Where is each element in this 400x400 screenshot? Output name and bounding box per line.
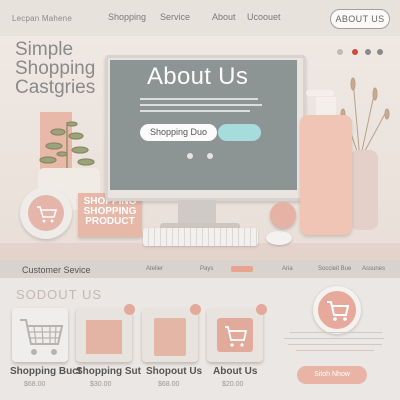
card-badge	[124, 304, 135, 315]
product-card[interactable]	[142, 308, 198, 362]
strip-highlight	[231, 266, 253, 272]
strip-item[interactable]: Pays	[200, 266, 213, 272]
card-price: $68.00	[158, 381, 180, 388]
card-title[interactable]: About Us	[213, 366, 257, 377]
screen-text-line	[140, 98, 258, 100]
card-title[interactable]: Shopping Sut	[76, 366, 141, 377]
strip-item[interactable]: Soccieit Bue	[318, 266, 351, 272]
mouse	[266, 231, 292, 245]
text-line	[288, 344, 382, 345]
hero-icon-row	[335, 44, 385, 62]
product-card[interactable]	[207, 308, 263, 362]
section-title: SODOUT US	[16, 287, 103, 302]
monitor-stand	[178, 200, 216, 224]
nav-link-account[interactable]: Ucoouet	[247, 12, 281, 22]
about-us-button[interactable]: ABOUT US	[330, 9, 390, 29]
strip-item[interactable]: Atelier	[146, 266, 163, 272]
strip-label[interactable]: Customer Sevice	[22, 265, 91, 275]
social-icons	[337, 49, 383, 55]
cart-icon	[225, 326, 248, 347]
strip-item[interactable]: Aria	[282, 266, 293, 272]
cart-icon	[327, 301, 350, 321]
cart-button[interactable]	[313, 286, 361, 334]
cart-icon	[28, 195, 64, 231]
card-badge	[256, 304, 267, 315]
card-price: $20.00	[222, 381, 244, 388]
tagline-line-1: Simple	[15, 39, 74, 60]
screen-text-line	[140, 104, 262, 106]
card-badge	[190, 304, 201, 315]
vase	[350, 150, 378, 230]
shop-now-button[interactable]: Sitoh Nhow	[297, 366, 367, 384]
hero-tagline: Simple Shopping Castgries	[15, 40, 95, 97]
lotion-bottle	[300, 115, 352, 235]
screen-carousel-dots	[186, 148, 216, 166]
keyboard	[143, 228, 258, 246]
nav-link-shopping[interactable]: Shopping	[108, 12, 146, 22]
bottle-pump	[306, 90, 334, 96]
screen-text-line	[140, 110, 250, 112]
shopping-bag-icon	[154, 318, 186, 356]
shopping-cart-icon	[20, 319, 64, 355]
card-price: $30.00	[90, 381, 112, 388]
bottle-neck	[316, 97, 336, 117]
product-box-icon	[86, 320, 122, 354]
strip-item[interactable]: Assunes	[362, 266, 385, 272]
card-title[interactable]: Shopout Us	[146, 366, 202, 377]
screen-heading: About Us	[147, 63, 249, 90]
text-line	[284, 338, 384, 339]
text-line	[290, 332, 382, 333]
text-line	[296, 350, 374, 351]
product-box-line-3: PRODUCT	[85, 216, 135, 227]
product-box-text: SHOPPING SHOPPING PRODUCT	[80, 197, 140, 227]
screen-shopping-button[interactable]: Shopping Duo	[140, 124, 217, 141]
tagline-line-3: Castgries	[15, 77, 96, 98]
pink-orb	[270, 202, 296, 228]
plant-illustration	[39, 121, 95, 174]
tagline-line-2: Shopping	[15, 58, 96, 79]
brand-logo[interactable]: Lecpan Mahene	[12, 14, 72, 23]
nav-link-about[interactable]: About	[212, 12, 236, 22]
product-card[interactable]	[12, 308, 68, 362]
card-title[interactable]: Shopping Buct	[10, 366, 81, 377]
card-price: $68.00	[24, 381, 46, 388]
nav-link-service[interactable]: Service	[160, 12, 190, 22]
product-card[interactable]	[76, 308, 132, 362]
screen-secondary-button[interactable]	[218, 124, 261, 141]
